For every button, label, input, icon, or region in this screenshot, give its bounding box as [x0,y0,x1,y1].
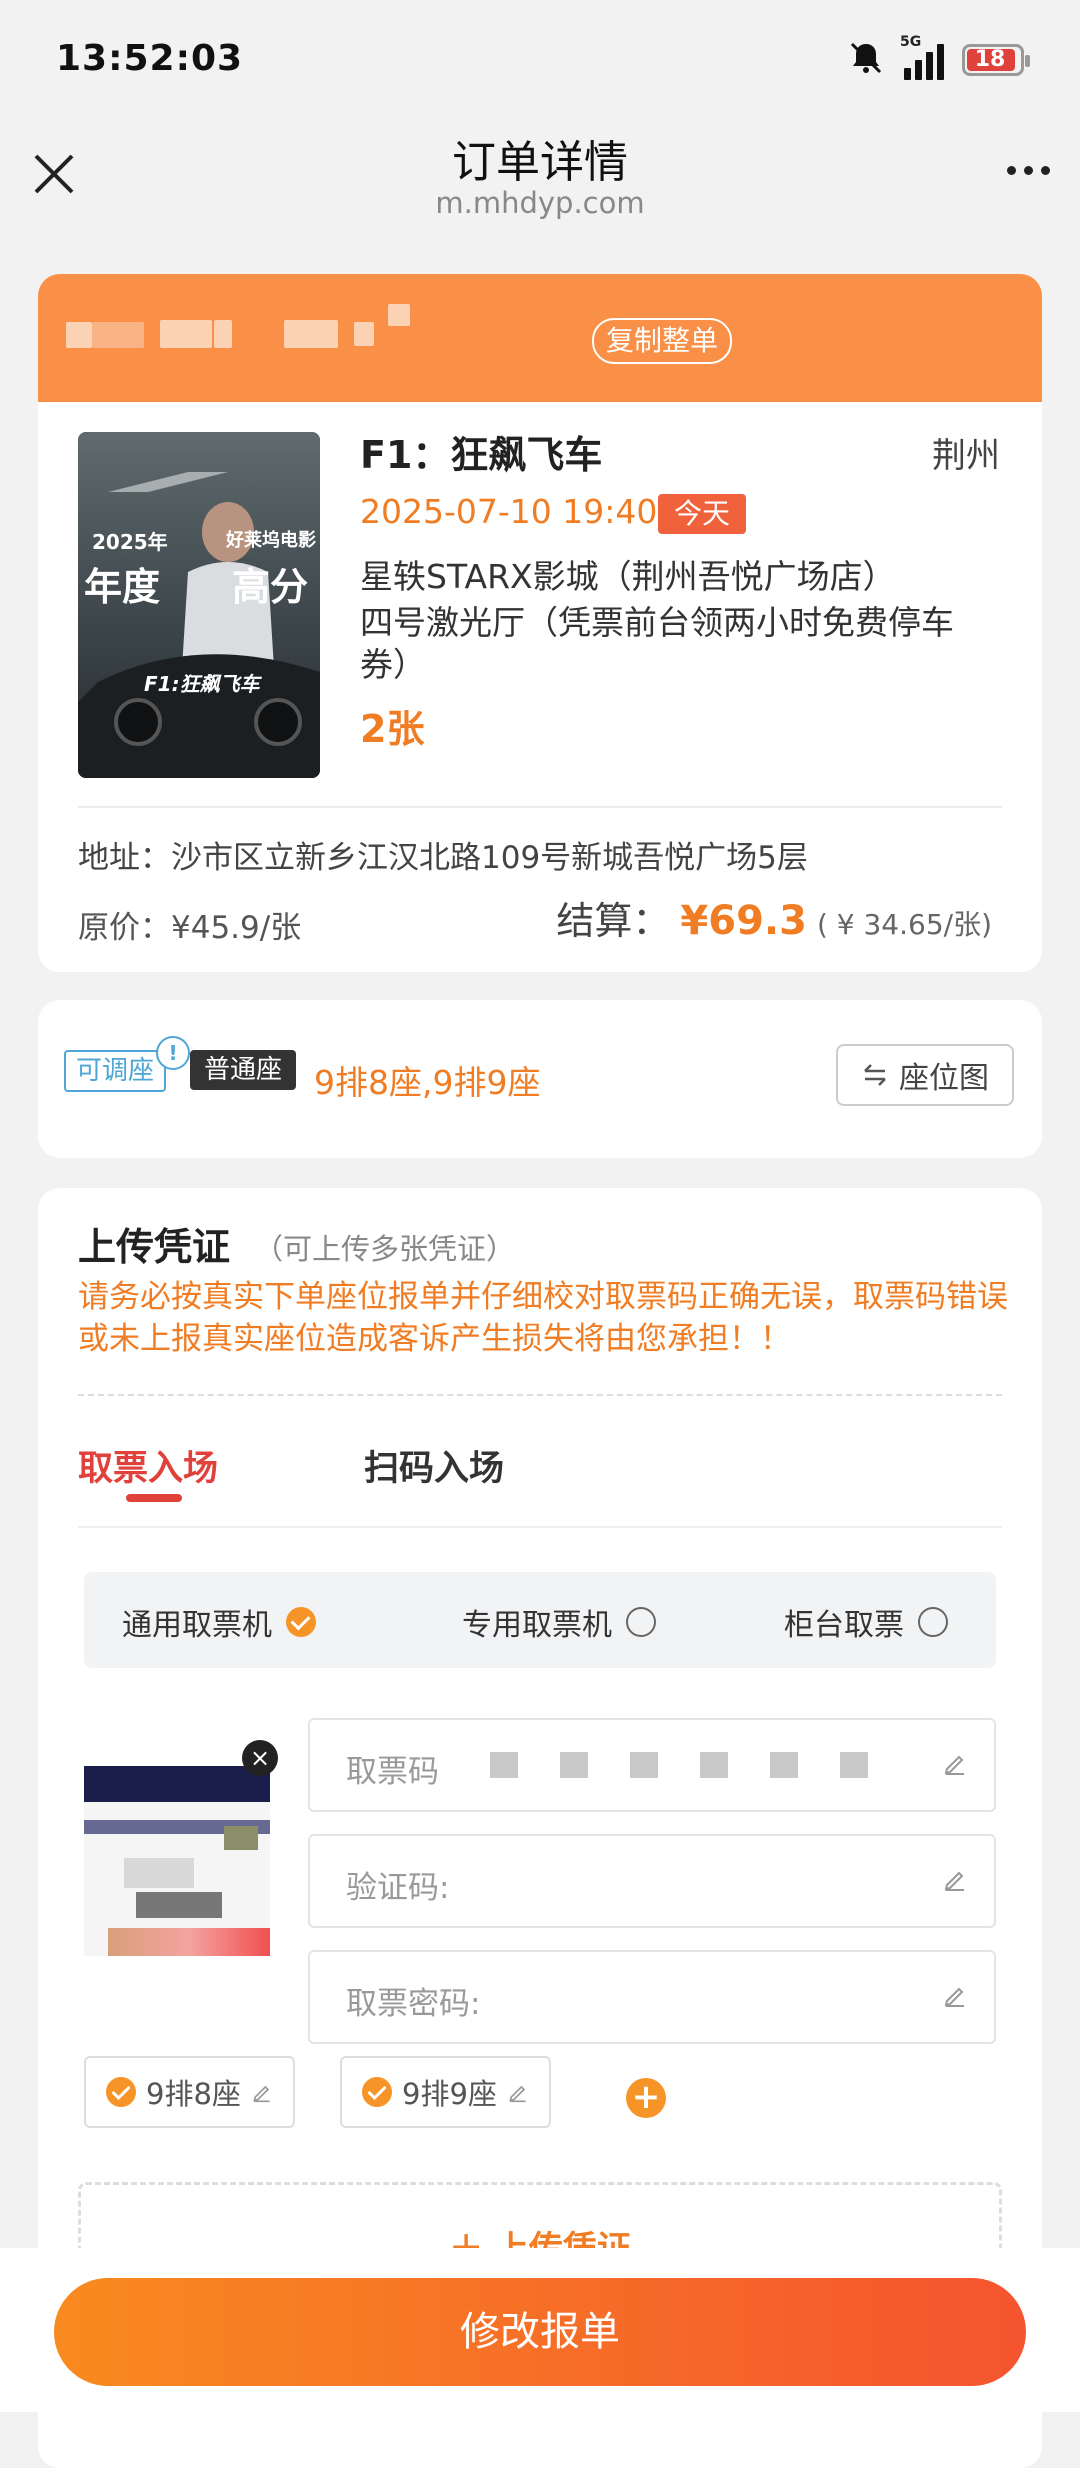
seat-card: 可调座 ! 普通座 9排8座,9排9座 座位图 [38,1000,1042,1158]
page-url: m.mhdyp.com [435,186,645,220]
pickup-password-label: 取票密码: [346,1986,481,2022]
edit-icon[interactable] [942,1982,968,2008]
pickup-methods: 通用取票机 专用取票机 柜台取票 [84,1572,996,1668]
settle-unit-price: ( ¥ 34.65/张) [816,908,992,941]
hall-name: 四号激光厅（凭票前台领两小时免费停车券） [360,603,954,684]
signal-icon: 5G [900,34,944,80]
more-icon[interactable] [1007,166,1050,175]
upload-hint: （可上传多张凭证） [254,1232,516,1266]
ticket-count: 2张 [360,707,425,751]
settle-label: 结算： [556,899,671,943]
radio-checked-icon[interactable] [286,1607,316,1637]
seat-chip[interactable]: 9排8座 [84,2056,295,2128]
method-general-machine[interactable]: 通用取票机 [122,1600,316,1644]
battery-icon: 18 [962,44,1030,76]
tab-divider [78,1526,1002,1528]
edit-icon[interactable] [942,1866,968,1892]
pickup-code-field[interactable]: 取票码 [308,1718,996,1812]
pickup-code-label: 取票码 [346,1754,439,1790]
seatmap-label: 座位图 [899,1061,989,1096]
battery-level: 18 [974,47,1006,72]
seatmap-button[interactable]: 座位图 [836,1044,1014,1106]
poster-year: 2025年 [92,530,168,554]
copy-order-button[interactable]: 复制整单 [592,318,733,364]
radio-unchecked-icon[interactable] [918,1607,948,1637]
poster-left-text: 年度 [84,565,161,609]
movie-title: F1：狂飙飞车 [360,433,603,477]
tab-ticket-pickup[interactable]: 取票入场 [78,1440,218,1491]
dashed-divider [78,1394,1002,1396]
masked-value [490,1752,910,1778]
radio-unchecked-icon[interactable] [626,1607,656,1637]
today-badge: 今天 [658,494,747,534]
edit-icon[interactable] [942,1750,968,1776]
nav-bar: 订单详情 m.mhdyp.com [0,126,1080,238]
upload-title: 上传凭证 [78,1225,231,1269]
bottom-bar: 修改报单 [0,2248,1080,2412]
poster-film-title: F1:狂飙飞车 [144,672,260,696]
settle-price: ¥69.3 [680,898,807,944]
settlement: 结算： ¥69.3 ( ¥ 34.65/张) [556,890,992,945]
verify-code-label: 验证码: [346,1870,450,1906]
order-card: 复制整单 2025年 好莱坞电影 年度 高分 F1:狂飙飞车 F1：狂飙飞车 荆… [38,274,1042,972]
order-header: 复制整单 [38,274,1042,402]
method-counter[interactable]: 柜台取票 [784,1600,948,1644]
seat-list: 9排8座,9排9座 [314,1063,541,1102]
showtime: 2025-07-10 19:40 [360,492,658,531]
page-title: 订单详情 [452,137,628,188]
verify-code-field[interactable]: 验证码: [308,1834,996,1928]
status-bar: 13:52:03 5G 18 [0,0,1080,126]
edit-icon[interactable] [251,2081,273,2103]
city: 荆州 [932,436,1000,476]
cinema-name: 星轶STARX影城（荆州吾悦广场店） [360,557,896,596]
cinema-address: 地址：沙市区立新乡江汉北路109号新城吾悦广场5层 [78,840,808,876]
mute-bell-icon [846,38,886,82]
adjustable-seat-tag: 可调座 [64,1050,167,1092]
seat-type-tag: 普通座 [190,1050,297,1090]
modify-report-button[interactable]: 修改报单 [54,2278,1026,2386]
divider [78,806,1002,808]
check-icon [106,2077,136,2107]
warning-text: 请务必按真实下单座位报单并仔细校对取票码正确无误，取票码错误或未上报真实座位造成… [78,1279,1008,1357]
method-dedicated-machine[interactable]: 专用取票机 [462,1600,656,1644]
swap-icon [864,1064,886,1086]
ticket-screenshot-thumbnail[interactable] [84,1766,270,1956]
seat-chip[interactable]: 9排9座 [340,2056,551,2128]
order-body: 2025年 好莱坞电影 年度 高分 F1:狂飙飞车 F1：狂飙飞车 荆州 202… [38,402,1042,972]
poster-tagline: 好莱坞电影 [226,530,316,551]
remove-image-icon[interactable]: × [242,1740,278,1776]
add-seat-icon[interactable]: + [626,2078,666,2118]
info-icon[interactable]: ! [156,1036,190,1070]
clock: 13:52:03 [56,38,244,79]
original-price: 原价：¥45.9/张 [78,910,302,946]
poster-right-text: 高分 [232,565,309,609]
edit-icon[interactable] [507,2081,529,2103]
tab-scan-entry[interactable]: 扫码入场 [364,1440,504,1491]
pickup-password-field[interactable]: 取票密码: [308,1950,996,2044]
active-tab-indicator [126,1494,182,1502]
check-icon [362,2077,392,2107]
status-icons: 5G 18 [846,34,1030,84]
movie-poster: 2025年 好莱坞电影 年度 高分 F1:狂飙飞车 [78,432,320,778]
